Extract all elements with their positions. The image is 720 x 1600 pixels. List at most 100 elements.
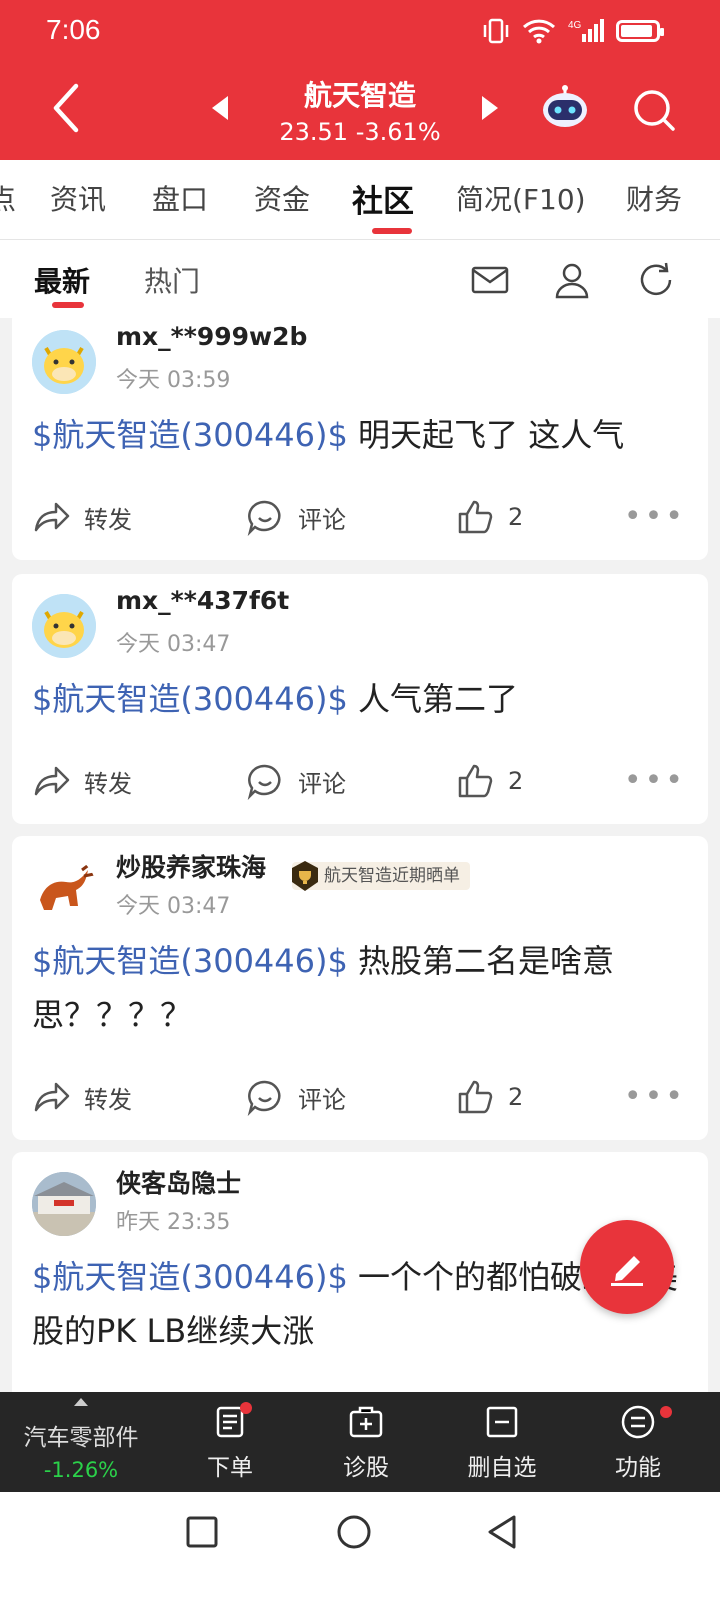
subtab-hot[interactable]: 热门 xyxy=(144,260,200,300)
share-label: 转发 xyxy=(84,505,132,534)
post-username[interactable]: 炒股养家珠海 xyxy=(116,848,266,884)
share-button[interactable]: 转发 xyxy=(32,1078,132,1116)
like-button[interactable]: 2 xyxy=(456,498,523,536)
status-time: 7:06 xyxy=(46,14,101,45)
mail-icon[interactable] xyxy=(470,260,510,300)
post-card[interactable]: mx_**999w2b 今天 03:59 $航天智造(300446)$ 明天起飞… xyxy=(12,318,708,560)
more-options-button[interactable]: ••• xyxy=(624,502,686,532)
share-button[interactable]: 转发 xyxy=(32,498,132,536)
diagnose-button[interactable]: 诊股 xyxy=(306,1404,426,1482)
post-text: 人气第二了 xyxy=(347,680,519,718)
post-time: 今天 03:47 xyxy=(116,632,231,657)
remove-watchlist-label: 删自选 xyxy=(467,1455,537,1481)
like-count: 2 xyxy=(508,503,524,531)
stock-tag-link[interactable]: $航天智造(300446)$ xyxy=(32,680,348,718)
stock-price: 23.51 xyxy=(279,118,349,146)
thumbs-up-icon xyxy=(458,764,493,798)
comment-label: 评论 xyxy=(298,505,346,534)
refresh-icon[interactable] xyxy=(636,260,676,300)
comment-button[interactable]: 评论 xyxy=(246,1078,346,1116)
feed-subtabs: 最新 热门 xyxy=(0,240,720,318)
recent-apps-icon[interactable] xyxy=(182,1512,222,1552)
comment-icon xyxy=(247,500,281,536)
avatar[interactable] xyxy=(32,594,96,658)
stock-change: -3.61% xyxy=(355,118,441,146)
post-card[interactable]: 炒股养家珠海 航天智造近期晒单 今天 03:47 $航天智造(300446)$ … xyxy=(12,836,708,1140)
sector-name: 汽车零部件 xyxy=(23,1425,139,1451)
tab-finance[interactable]: 财务 xyxy=(626,178,682,218)
tab-funds[interactable]: 资金 xyxy=(254,178,310,218)
share-button[interactable]: 转发 xyxy=(32,762,132,800)
tab-quotes[interactable]: 盘口 xyxy=(152,178,208,218)
comment-button[interactable]: 评论 xyxy=(246,762,346,800)
like-button[interactable]: 2 xyxy=(456,1078,523,1116)
tab-active-indicator xyxy=(372,228,412,234)
vibrate-icon xyxy=(483,18,509,44)
search-icon[interactable] xyxy=(632,88,676,132)
comment-icon xyxy=(247,764,281,800)
signal-icon: 4G xyxy=(568,19,604,42)
sector-info[interactable]: 汽车零部件 -1.26% xyxy=(0,1392,162,1492)
more-options-button[interactable]: ••• xyxy=(624,766,686,796)
system-nav-bar xyxy=(0,1492,720,1600)
wifi-icon xyxy=(522,19,556,44)
app-header: 7:06 4G 航天智造 23.51 -3.61% xyxy=(0,0,720,160)
remove-watchlist-button[interactable]: 删自选 xyxy=(442,1404,562,1482)
comment-icon xyxy=(247,1080,281,1116)
functions-button[interactable]: 功能 xyxy=(578,1404,698,1482)
back-icon[interactable] xyxy=(482,1512,522,1552)
post-username[interactable]: mx_**437f6t xyxy=(116,586,289,615)
post-content[interactable]: $航天智造(300446)$ 热股第二名是啥意思？？？？ xyxy=(32,934,692,1042)
avatar[interactable] xyxy=(32,1172,96,1236)
post-time: 今天 03:59 xyxy=(116,368,231,393)
avatar[interactable] xyxy=(32,856,96,920)
compose-post-button[interactable] xyxy=(580,1220,674,1314)
post-time: 昨天 23:35 xyxy=(116,1210,231,1235)
like-button[interactable]: 2 xyxy=(456,762,523,800)
tab-partial[interactable]: 点 xyxy=(0,178,16,218)
stock-quote: 23.51 -3.61% xyxy=(0,118,720,146)
post-content[interactable]: $航天智造(300446)$ 明天起飞了 这人气 xyxy=(32,408,692,462)
post-username[interactable]: 侠客岛隐士 xyxy=(116,1164,241,1200)
like-count: 2 xyxy=(508,1083,524,1111)
like-count: 2 xyxy=(508,767,524,795)
avatar[interactable] xyxy=(32,330,96,394)
menu-icon xyxy=(621,1405,655,1439)
cow-avatar-icon xyxy=(32,330,96,394)
bottom-toolbar: 汽车零部件 -1.26% 下单 诊股 删自选 功能 xyxy=(0,1392,720,1492)
post-content[interactable]: $航天智造(300446)$ 人气第二了 xyxy=(32,672,692,726)
diagnose-icon xyxy=(349,1406,383,1438)
post-card[interactable]: mx_**437f6t 今天 03:47 $航天智造(300446)$ 人气第二… xyxy=(12,574,708,824)
remove-watchlist-icon xyxy=(486,1406,518,1438)
stock-tag-link[interactable]: $航天智造(300446)$ xyxy=(32,1258,348,1296)
share-icon xyxy=(34,1082,70,1112)
tab-f10[interactable]: 简况(F10) xyxy=(456,178,586,218)
subtab-latest[interactable]: 最新 xyxy=(34,260,90,300)
diagnose-label: 诊股 xyxy=(343,1455,389,1481)
notification-dot xyxy=(660,1406,672,1418)
share-icon xyxy=(34,766,70,796)
next-stock-button[interactable] xyxy=(482,96,498,120)
user-icon[interactable] xyxy=(552,260,592,300)
comment-label: 评论 xyxy=(298,1085,346,1114)
comment-button[interactable]: 评论 xyxy=(246,498,346,536)
home-icon[interactable] xyxy=(334,1512,374,1552)
post-username[interactable]: mx_**999w2b xyxy=(116,322,307,351)
pencil-icon xyxy=(611,1256,643,1286)
section-tabs: 点 资讯 盘口 资金 社区 简况(F10) 财务 xyxy=(0,160,720,240)
stock-tag-link[interactable]: $航天智造(300446)$ xyxy=(32,416,348,454)
status-icons: 4G xyxy=(482,18,664,44)
more-options-button[interactable]: ••• xyxy=(624,1082,686,1112)
stock-tag-link[interactable]: $航天智造(300446)$ xyxy=(32,942,348,980)
tab-news[interactable]: 资讯 xyxy=(50,178,106,218)
robot-assistant-icon[interactable] xyxy=(540,82,590,132)
post-actions: 转发 评论 2 ••• xyxy=(12,492,708,542)
network-label: 4G xyxy=(568,20,582,31)
post-actions: 转发 评论 2 ••• xyxy=(12,1072,708,1122)
notification-dot xyxy=(240,1402,252,1414)
bull-avatar-icon xyxy=(32,856,96,920)
order-button[interactable]: 下单 xyxy=(170,1402,290,1482)
share-label: 转发 xyxy=(84,769,132,798)
tab-community[interactable]: 社区 xyxy=(352,176,414,221)
achievement-badge[interactable]: 航天智造近期晒单 xyxy=(292,861,470,891)
